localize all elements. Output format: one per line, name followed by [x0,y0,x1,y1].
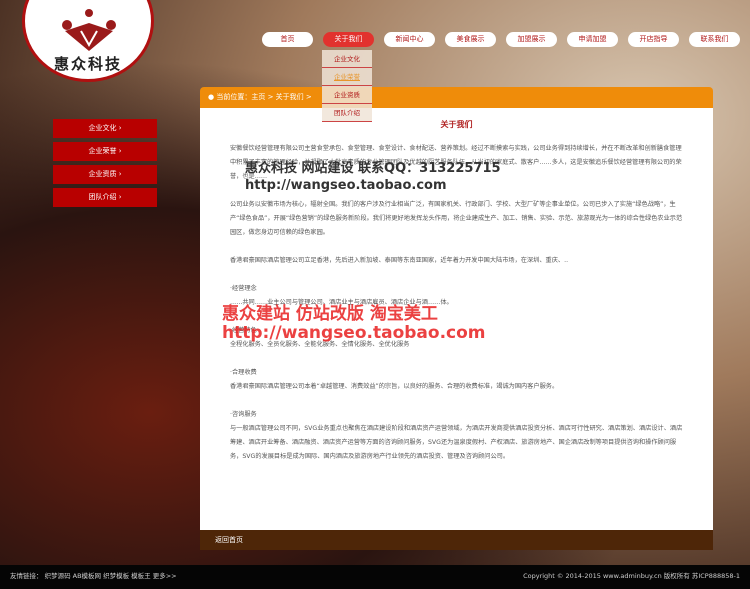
footer: 友情链接： 织梦源码 AB模板网 织梦模板 模板王 更多>> Copyright… [0,565,750,589]
main-nav: 首页 关于我们 新闻中心 美食展示 加盟展示 申请加盟 开店指导 联系我们 [262,32,740,47]
dropdown-honor[interactable]: 企业荣誉 [322,68,372,86]
nav-about[interactable]: 关于我们 [323,32,374,47]
watermark-line: 惠众建站 仿站改版 淘宝美工 [222,304,438,324]
dropdown-team[interactable]: 团队介绍 [322,104,372,122]
footer-links[interactable]: 友情链接： 织梦源码 AB模板网 织梦模板 模板王 更多>> [10,565,177,589]
about-dropdown: 企业文化 企业荣誉 企业资质 团队介绍 [322,50,372,122]
watermark: 惠众科技 网站建设 联系QQ：313225715 http://wangseo.t… [245,160,501,194]
paragraph: 香港君豪国际酒店管理公司立足香港，先后进入新加坡、泰国等东南亚国家，近年着力开发… [230,257,569,264]
breadcrumb: ● 当前位置：主页 > 关于我们 > [200,87,713,108]
nav-contact[interactable]: 联系我们 [689,32,740,47]
nav-guide[interactable]: 开店指导 [628,32,679,47]
sidebar-item-honor[interactable]: 企业荣誉 › [53,142,157,161]
nav-home[interactable]: 首页 [262,32,313,47]
sidebar: 企业文化 › 企业荣誉 › 企业资质 › 团队介绍 › [53,119,157,211]
watermark: 惠众建站 仿站改版 淘宝美工 http://wangseo.taobao.com [222,305,486,343]
nav-franchise-show[interactable]: 加盟展示 [506,32,557,47]
paragraph: 公司业务以安徽市场为核心，辐射全国。我们的客户涉及行业相当广泛，有国家机关、行政… [230,201,683,236]
paragraph: 香港君豪国际酒店管理公司本着“卓越管理、消费效益”的宗旨，以良好的服务、合理的收… [230,383,559,390]
back-bar: 返回首页 [200,530,713,550]
nav-apply[interactable]: 申请加盟 [567,32,618,47]
logo-icon [62,9,116,51]
paragraph: 与一般酒店管理公司不同，SVG业务重点也聚焦在酒店建设阶段和酒店资产运营领域，为… [230,425,683,460]
dropdown-culture[interactable]: 企业文化 [322,50,372,68]
copyright: Copyright © 2014-2015 www.adminbuy.cn 版权… [523,572,740,580]
page-title: 关于我们 [440,120,473,129]
sidebar-item-qualification[interactable]: 企业资质 › [53,165,157,184]
watermark-line: http://wangseo.taobao.com [245,178,447,193]
section-heading: ·咨询服务 [230,411,257,418]
section-heading: ·合理收费 [230,369,257,376]
logo[interactable]: 惠众科技 [22,0,154,82]
nav-news[interactable]: 新闻中心 [384,32,435,47]
logo-name: 惠众科技 [53,55,122,73]
watermark-line: 惠众科技 网站建设 联系QQ：313225715 [245,161,501,176]
breadcrumb-text[interactable]: 当前位置：主页 > 关于我们 > [216,93,311,101]
nav-food[interactable]: 美食展示 [445,32,496,47]
watermark-line: http://wangseo.taobao.com [222,323,486,343]
back-home-link[interactable]: 返回首页 [215,536,243,544]
dropdown-qualification[interactable]: 企业资质 [322,86,372,104]
sidebar-item-culture[interactable]: 企业文化 › [53,119,157,138]
section-heading: ·经营理念 [230,285,257,292]
sidebar-item-team[interactable]: 团队介绍 › [53,188,157,207]
